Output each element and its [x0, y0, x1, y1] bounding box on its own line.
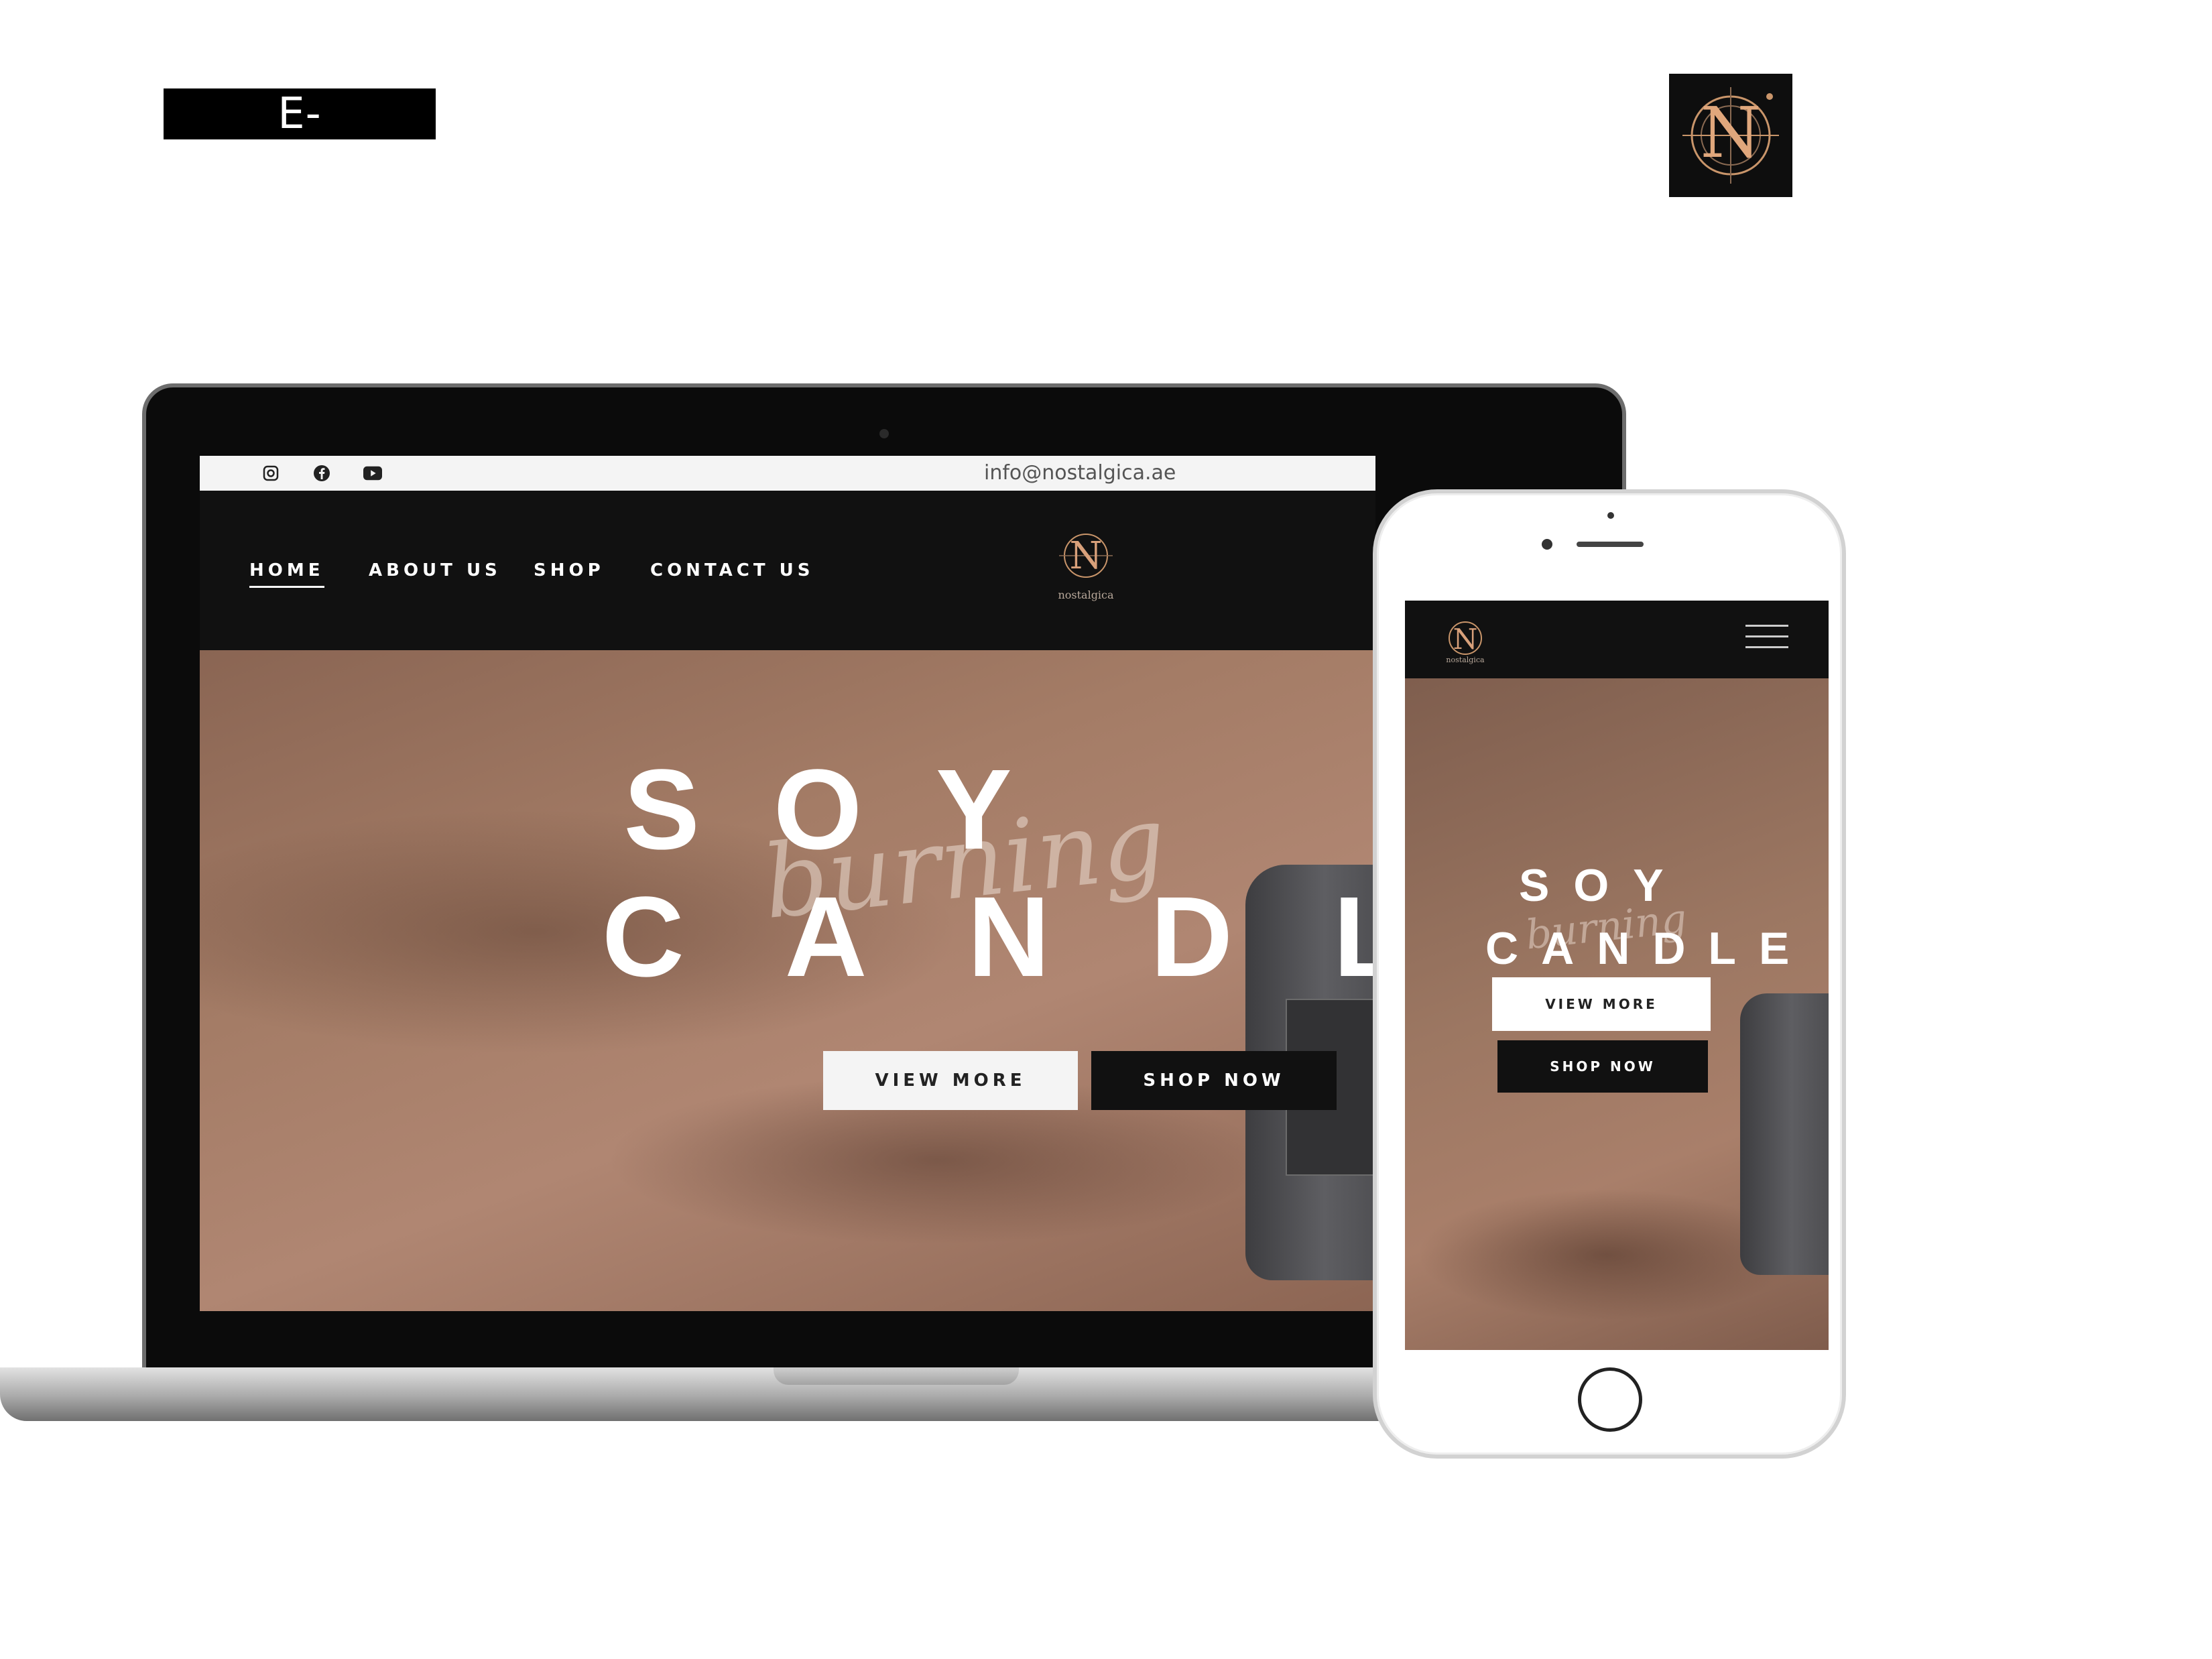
laptop-notch [774, 1367, 1019, 1385]
contact-email[interactable]: info@nostalgica.ae [984, 456, 1176, 491]
shop-now-button[interactable]: SHOP NOW [1091, 1051, 1337, 1110]
brand-logo: N [1669, 74, 1792, 197]
phone-sensor [1607, 512, 1614, 519]
nav-about-us[interactable]: ABOUT US [369, 560, 501, 580]
nav-logo-letter: N [1070, 534, 1103, 578]
phone-home-button[interactable] [1578, 1367, 1642, 1432]
phone-camera [1542, 539, 1552, 550]
youtube-icon[interactable] [363, 464, 382, 483]
brand-logo-letter: N [1701, 92, 1762, 174]
nav-shop[interactable]: SHOP [534, 560, 605, 580]
mobile-hero: burning SOY CANDLE VIEW MORE SHOP NOW [1405, 678, 1829, 1350]
mobile-hero-title-line1: SOY [1519, 860, 1688, 911]
facebook-icon[interactable] [312, 464, 331, 483]
instagram-icon[interactable] [261, 464, 280, 483]
mobile-hero-title-line2: CANDLE [1485, 923, 1812, 974]
nav-logo[interactable]: N [1046, 526, 1126, 586]
laptop-camera [879, 429, 889, 438]
nav-home[interactable]: HOME [249, 560, 324, 588]
mobile-logo-text: nostalgica [1446, 656, 1485, 664]
mobile-logo[interactable]: N [1438, 614, 1492, 661]
desktop-website: info@nostalgica.ae HOME ABOUT US SHOP CO… [200, 456, 1375, 1311]
hero-title-line1: SOY [623, 746, 1086, 873]
hamburger-menu-icon[interactable] [1745, 625, 1788, 652]
mobile-logo-letter: N [1453, 623, 1478, 656]
mobile-candle-jar-image [1740, 993, 1829, 1275]
mobile-shop-now-button[interactable]: SHOP NOW [1497, 1040, 1708, 1093]
view-more-button[interactable]: VIEW MORE [823, 1051, 1078, 1110]
hero-title-line2: CANDL [602, 873, 1375, 1001]
nav-logo-text: nostalgica [1058, 589, 1114, 601]
phone-speaker [1577, 542, 1644, 547]
nav-contact-us[interactable]: CONTACT US [650, 560, 814, 580]
desktop-hero: burning SOY CANDL VIEW MORE SHOP NOW [200, 650, 1375, 1311]
mobile-website: N nostalgica burning SOY CANDLE VIEW MOR… [1405, 601, 1829, 1350]
mobile-header: N nostalgica [1405, 601, 1829, 678]
desktop-navbar: HOME ABOUT US SHOP CONTACT US N nostalgi… [200, 491, 1375, 650]
category-label: E-commerce [164, 88, 436, 190]
desktop-topbar: info@nostalgica.ae [200, 456, 1375, 491]
mobile-view-more-button[interactable]: VIEW MORE [1492, 977, 1711, 1031]
